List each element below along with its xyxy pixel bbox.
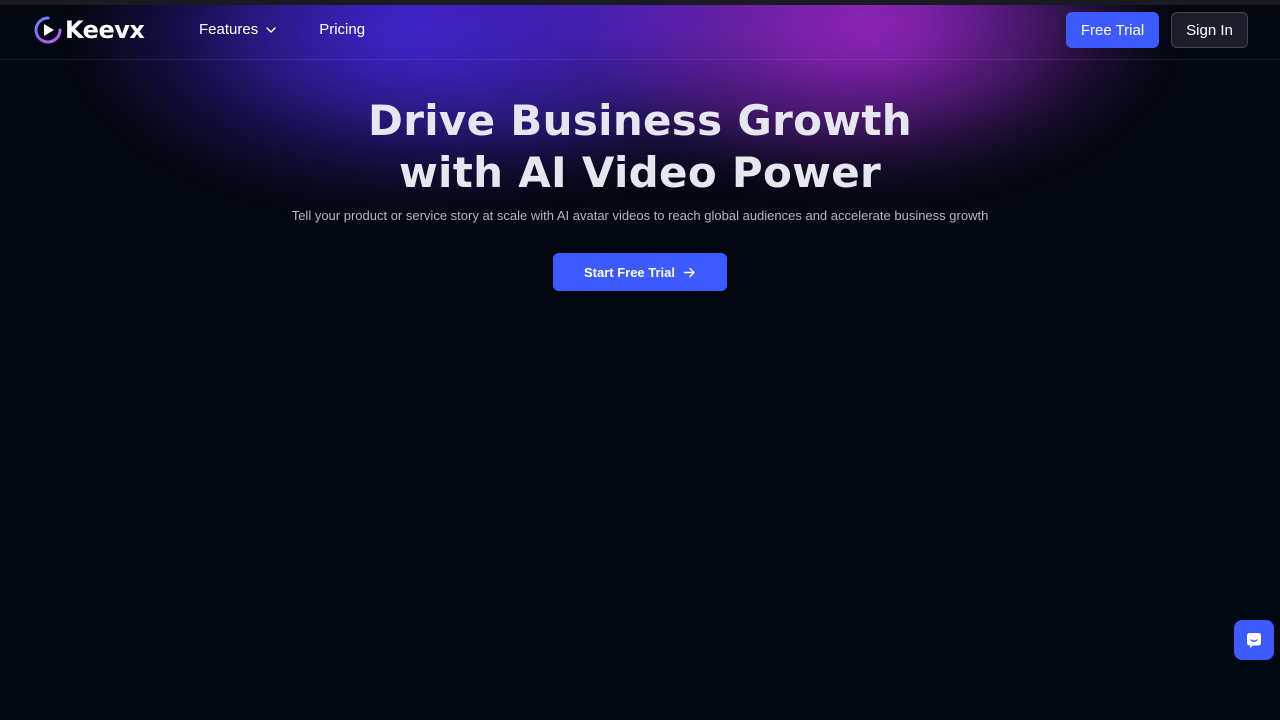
hero-section: Drive Business Growth with AI Video Powe… (0, 95, 1280, 223)
hero-title: Drive Business Growth with AI Video Powe… (0, 95, 1280, 199)
nav-item-pricing[interactable]: Pricing (319, 21, 365, 38)
free-trial-button[interactable]: Free Trial (1066, 12, 1159, 48)
cta-label: Start Free Trial (583, 264, 676, 280)
hero-title-line-2: with AI Video Power (398, 148, 882, 197)
arrow-right-icon (683, 267, 695, 277)
play-logo-icon (34, 16, 62, 44)
nav-item-label: Features (199, 21, 259, 38)
top-border (0, 0, 1280, 5)
start-free-trial-button[interactable]: Start Free Trial (553, 253, 727, 291)
brand-logo[interactable]: Keevx (34, 15, 145, 45)
nav-item-label: Pricing (319, 21, 366, 38)
page: Keevx Features Pricing Free Trial Sign I… (0, 0, 1280, 720)
site-header: Keevx Features Pricing Free Trial Sign I… (0, 5, 1280, 60)
chat-widget-button[interactable] (1234, 620, 1274, 660)
hero-title-line-1: Drive Business Growth (368, 96, 912, 145)
brand-name: Keevx (65, 16, 145, 44)
hero-subtitle: Tell your product or service story at sc… (291, 208, 989, 223)
sign-in-button[interactable]: Sign In (1171, 12, 1248, 48)
chat-icon (1247, 633, 1261, 648)
chevron-down-icon (266, 27, 276, 33)
nav-item-features[interactable]: Features (199, 21, 277, 38)
main-nav: Features Pricing (199, 21, 365, 38)
